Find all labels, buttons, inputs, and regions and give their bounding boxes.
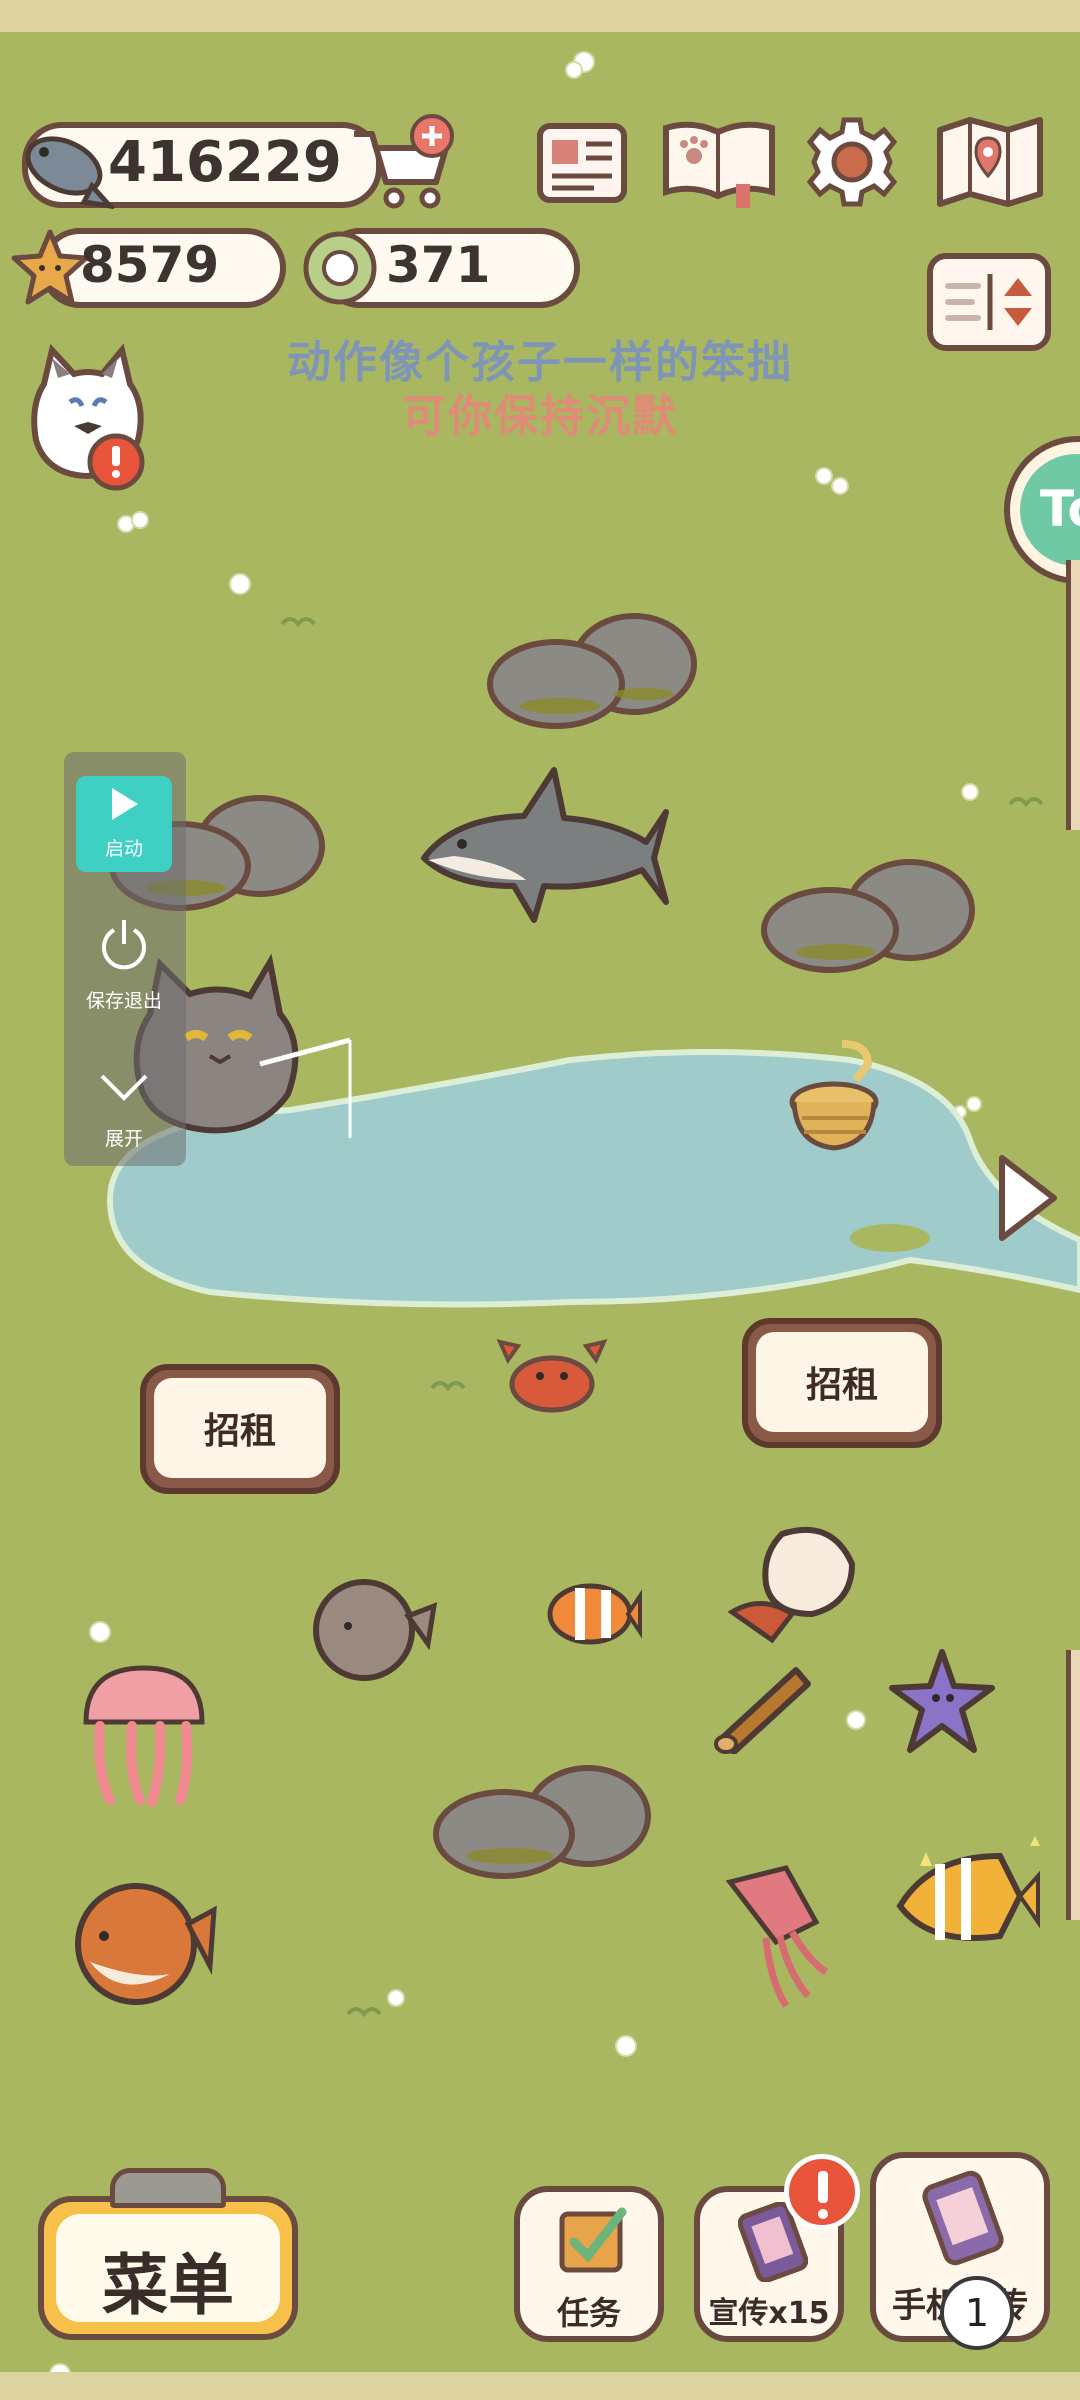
checklist-icon [559, 2207, 627, 2273]
basket-sprite[interactable] [786, 1040, 886, 1164]
power-icon [102, 920, 146, 970]
squid-sprite[interactable] [716, 1862, 836, 2012]
next-arrow-button[interactable] [988, 1148, 1064, 1248]
save-exit-button[interactable]: 保存退出 [76, 912, 172, 1012]
tasks-button[interactable]: 任务 [514, 2186, 664, 2342]
save-exit-label: 保存退出 [85, 990, 162, 1012]
phone-icon [922, 2170, 1004, 2266]
rent-sign-left-label: 招租 [154, 1378, 326, 1478]
hermit-crab-sprite[interactable] [722, 1514, 862, 1650]
shark-sprite[interactable] [414, 762, 670, 928]
clownfish-sprite[interactable] [544, 1572, 642, 1652]
chevron-down-icon [100, 1074, 148, 1101]
menu-button[interactable]: 菜单 [38, 2168, 298, 2340]
tasks-label: 任务 [556, 2294, 621, 2332]
blowfish-sprite[interactable] [308, 1576, 438, 1684]
expand-label: 展开 [104, 1128, 143, 1150]
promo-alert-icon [784, 2154, 860, 2230]
pufferfish-sprite[interactable] [60, 1870, 218, 2014]
start-button[interactable]: 启动 [76, 776, 172, 872]
play-icon [112, 788, 138, 820]
bottom-nav-strip [0, 2372, 1080, 2400]
expand-button[interactable]: 展开 [76, 1060, 172, 1156]
rent-sign-right[interactable]: 招租 [742, 1298, 942, 1468]
rent-sign-right-label: 招租 [756, 1332, 928, 1432]
starfish-sprite[interactable] [880, 1646, 1004, 1760]
promo-label: 宣传x15 [708, 2296, 830, 2331]
butterflyfish-sprite[interactable] [890, 1836, 1040, 1960]
menu-label: 菜单 [102, 2247, 234, 2324]
rent-sign-left[interactable]: 招租 [140, 1344, 340, 1514]
floating-control-panel: 启动 保存退出 展开 [64, 752, 186, 1166]
page-indicator-badge: 1 [940, 2276, 1014, 2350]
start-label: 启动 [104, 838, 143, 860]
jellyfish-sprite[interactable] [76, 1660, 212, 1810]
driftwood-sprite[interactable] [706, 1654, 814, 1755]
crab-sprite[interactable] [494, 1330, 610, 1420]
